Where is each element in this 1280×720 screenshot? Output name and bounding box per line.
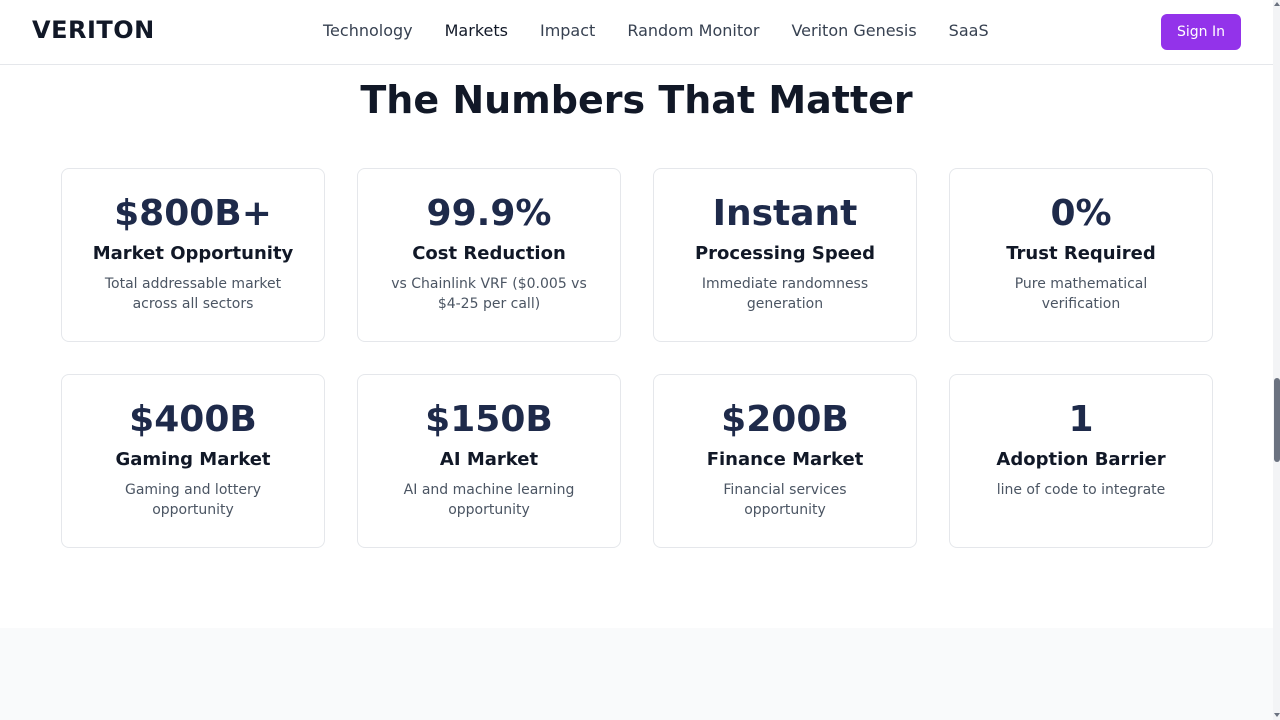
stat-value: $150B (425, 399, 553, 440)
stat-value: 0% (1050, 193, 1112, 234)
main-nav: Technology Markets Impact Random Monitor… (323, 21, 989, 40)
stat-label: Market Opportunity (92, 243, 294, 264)
stat-description: vs Chainlink VRF ($0.005 vs $4-25 per ca… (391, 276, 587, 312)
stat-description: Gaming and lottery opportunity (124, 482, 262, 518)
stat-label: Adoption Barrier (996, 449, 1166, 470)
stat-description: AI and machine learning opportunity (403, 482, 575, 518)
stat-description: Immediate randomness generation (701, 276, 869, 312)
stat-card-adoption-barrier: 1 Adoption Barrier line of code to integ… (949, 374, 1213, 548)
stat-label: Trust Required (1006, 243, 1156, 264)
stat-value: $400B (129, 399, 257, 440)
nav-link-technology[interactable]: Technology (323, 21, 413, 40)
section-title: The Numbers That Matter (360, 78, 913, 122)
stat-label: Gaming Market (115, 449, 271, 470)
stat-label: Cost Reduction (412, 243, 566, 264)
stat-label: AI Market (439, 449, 539, 470)
page-scrollbar[interactable] (1273, 0, 1280, 720)
veriton-logo[interactable]: VERITON (32, 16, 155, 44)
stat-card-trust-required: 0% Trust Required Pure mathematical veri… (949, 168, 1213, 342)
stat-card-market-opportunity: $800B+ Market Opportunity Total addressa… (61, 168, 325, 342)
nav-link-markets[interactable]: Markets (445, 21, 508, 40)
stats-grid: $800B+ Market Opportunity Total addressa… (61, 168, 1213, 548)
stat-description: Pure mathematical verification (1014, 276, 1148, 312)
scroll-up-arrow-icon[interactable] (1274, 2, 1280, 6)
stat-value: 99.9% (426, 193, 552, 234)
nav-link-veriton-genesis[interactable]: Veriton Genesis (791, 21, 916, 40)
stat-card-ai-market: $150B AI Market AI and machine learning … (357, 374, 621, 548)
sign-in-button[interactable]: Sign In (1161, 14, 1241, 50)
top-navbar: VERITON Technology Markets Impact Random… (0, 0, 1273, 65)
stat-card-finance-market: $200B Finance Market Financial services … (653, 374, 917, 548)
nav-link-saas[interactable]: SaaS (949, 21, 989, 40)
nav-link-impact[interactable]: Impact (540, 21, 595, 40)
stat-value: $200B (721, 399, 849, 440)
next-section-background (0, 628, 1273, 720)
stat-description: line of code to integrate (996, 482, 1166, 498)
stat-description: Total addressable market across all sect… (104, 276, 282, 312)
stat-value: Instant (712, 193, 858, 234)
stat-value: $800B+ (114, 193, 272, 234)
stat-description: Financial services opportunity (723, 482, 847, 518)
scroll-down-arrow-icon[interactable] (1274, 713, 1280, 717)
stat-value: 1 (1068, 399, 1094, 440)
stat-card-processing-speed: Instant Processing Speed Immediate rando… (653, 168, 917, 342)
stat-label: Finance Market (706, 449, 864, 470)
nav-link-random-monitor[interactable]: Random Monitor (627, 21, 759, 40)
stat-label: Processing Speed (694, 243, 876, 264)
stat-card-cost-reduction: 99.9% Cost Reduction vs Chainlink VRF ($… (357, 168, 621, 342)
scrollbar-thumb[interactable] (1274, 378, 1280, 462)
stat-card-gaming-market: $400B Gaming Market Gaming and lottery o… (61, 374, 325, 548)
